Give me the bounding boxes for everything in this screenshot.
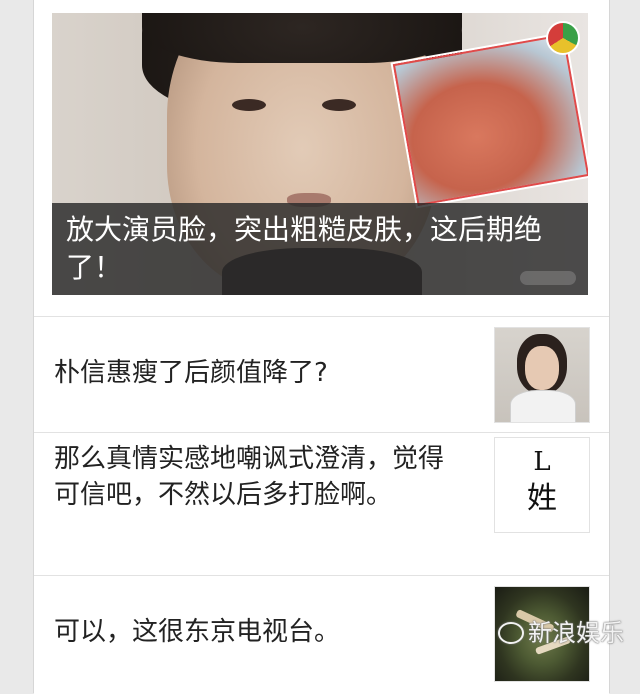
- list-item[interactable]: 朴信惠瘦了后颜值降了?: [34, 316, 609, 432]
- list-item[interactable]: 那么真情实感地嘲讽式澄清，觉得可信吧，不然以后多打脸啊。 L 姓: [34, 432, 609, 575]
- list-item-title: 可以，这很东京电视台。: [54, 617, 341, 647]
- thumbnail-text-line1: L: [533, 447, 551, 477]
- sina-entertainment-watermark: 新浪娱乐: [498, 618, 624, 648]
- watermark-text: 新浪娱乐: [528, 619, 624, 647]
- hero-caption-bar: 放大演员脸，突出粗糙皮肤，这后期绝了！: [52, 203, 588, 295]
- hero-image-eye: [232, 99, 266, 111]
- thumbnail-face: [525, 346, 559, 390]
- thumbnail-text-line2: 姓: [527, 481, 557, 516]
- list-item-title: 那么真情实感地嘲讽式澄清，觉得可信吧，不然以后多打脸啊。: [54, 444, 445, 510]
- thumbnail-body: [510, 390, 576, 422]
- hero-inset-closeup-image: [392, 33, 588, 207]
- list-item-thumbnail: [494, 327, 590, 423]
- article-page: 放大演员脸，突出粗糙皮肤，这后期绝了！ 朴信惠瘦了后颜值降了? 那么真情实感地嘲…: [33, 0, 610, 694]
- hero-image-hair-top: [142, 13, 462, 63]
- hero-caption: 放大演员脸，突出粗糙皮肤，这后期绝了！: [66, 213, 543, 284]
- tvb-logo-icon: [546, 21, 580, 55]
- hero-card[interactable]: 放大演员脸，突出粗糙皮肤，这后期绝了！: [52, 13, 588, 295]
- hero-watermark: [520, 271, 576, 285]
- list-item-title: 朴信惠瘦了后颜值降了?: [54, 358, 328, 388]
- list-item-thumbnail: L 姓: [494, 437, 590, 533]
- wechat-icon: [498, 622, 524, 644]
- hero-image-eye: [322, 99, 356, 111]
